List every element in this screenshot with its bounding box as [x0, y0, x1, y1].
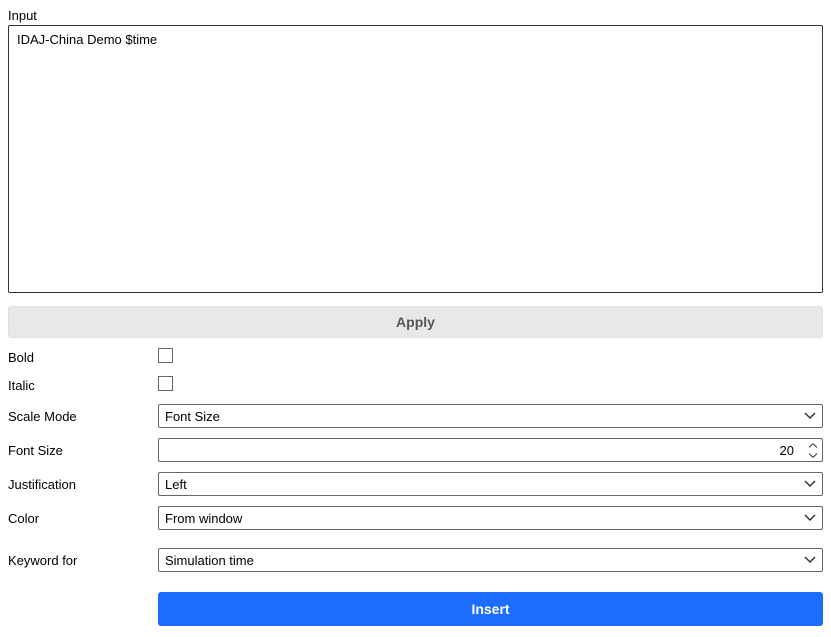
spinner-up-icon[interactable] [808, 442, 818, 450]
bold-checkbox[interactable] [158, 348, 173, 363]
chevron-down-icon [804, 556, 816, 564]
italic-checkbox[interactable] [158, 376, 173, 391]
spinner-down-icon[interactable] [808, 451, 818, 459]
chevron-down-icon [804, 480, 816, 488]
chevron-down-icon [804, 412, 816, 420]
italic-label: Italic [8, 378, 158, 393]
font-size-value: 20 [159, 443, 822, 458]
justification-label: Justification [8, 477, 158, 492]
color-select[interactable]: From window [158, 506, 823, 530]
bold-label: Bold [8, 350, 158, 365]
scale-mode-value: Font Size [165, 409, 220, 424]
chevron-down-icon [804, 514, 816, 522]
apply-button[interactable]: Apply [8, 306, 823, 338]
color-value: From window [165, 511, 242, 526]
input-textarea[interactable] [8, 25, 823, 293]
keyword-for-value: Simulation time [165, 553, 254, 568]
justification-value: Left [165, 477, 187, 492]
insert-button[interactable]: Insert [158, 592, 823, 626]
scale-mode-label: Scale Mode [8, 409, 158, 424]
font-size-label: Font Size [8, 443, 158, 458]
input-label: Input [8, 8, 823, 23]
font-size-spinner[interactable]: 20 [158, 438, 823, 462]
justification-select[interactable]: Left [158, 472, 823, 496]
keyword-for-select[interactable]: Simulation time [158, 548, 823, 572]
color-label: Color [8, 511, 158, 526]
scale-mode-select[interactable]: Font Size [158, 404, 823, 428]
keyword-for-label: Keyword for [8, 553, 158, 568]
